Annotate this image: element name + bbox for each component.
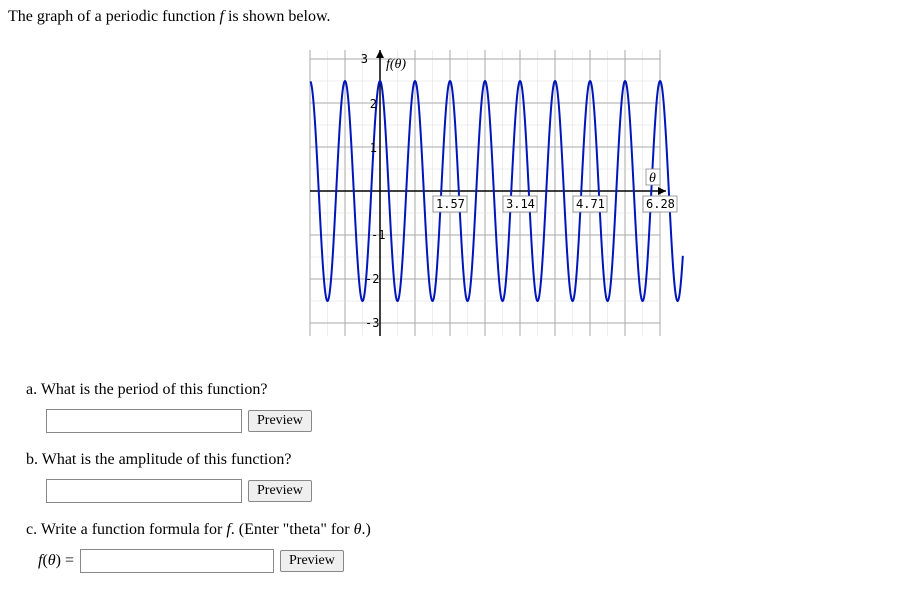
svg-text:-3: -3 — [365, 316, 379, 330]
svg-text:2: 2 — [370, 97, 377, 111]
grid — [310, 50, 660, 336]
svg-text:-1: -1 — [371, 228, 385, 242]
preview-c-button[interactable]: Preview — [280, 550, 344, 572]
svg-text:1: 1 — [370, 141, 377, 155]
question-b: b. What is the amplitude of this functio… — [26, 451, 910, 469]
function-graph: 3 2 1 -1 -2 -3 1.57 3.14 4.71 6.28 f(θ) … — [288, 36, 910, 351]
x-axis-arrow-icon — [658, 187, 666, 195]
preview-b-button[interactable]: Preview — [248, 480, 312, 502]
svg-text:4.71: 4.71 — [576, 197, 605, 211]
svg-text:-2: -2 — [365, 272, 379, 286]
svg-text:1.57: 1.57 — [436, 197, 465, 211]
y-axis-label: f(θ) — [386, 57, 406, 72]
y-axis-arrow-icon — [376, 50, 384, 58]
svg-text:3: 3 — [361, 52, 368, 66]
svg-text:3.14: 3.14 — [506, 197, 535, 211]
question-c: c. Write a function formula for f. (Ente… — [26, 521, 910, 539]
answer-b-input[interactable] — [46, 479, 242, 503]
answer-a-input[interactable] — [46, 409, 242, 433]
svg-text:6.28: 6.28 — [646, 197, 675, 211]
intro-text: The graph of a periodic function f is sh… — [8, 8, 910, 26]
ftheta-label: f(θ) = — [38, 552, 74, 570]
preview-a-button[interactable]: Preview — [248, 410, 312, 432]
question-a: a. What is the period of this function? — [26, 381, 910, 399]
answer-c-input[interactable] — [80, 549, 274, 573]
x-axis-label: θ — [649, 171, 656, 186]
